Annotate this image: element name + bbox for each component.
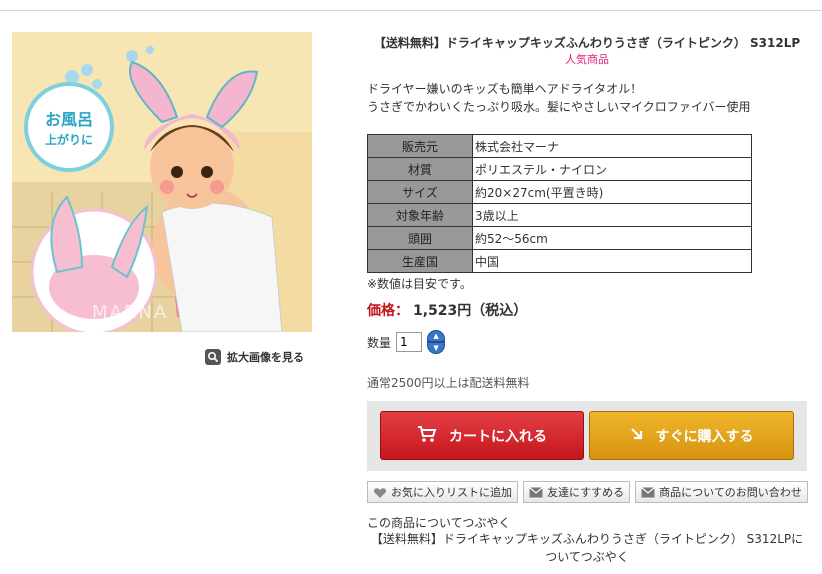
- spec-row: 材質 ポリエステル・ナイロン: [367, 157, 752, 181]
- buy-now-label: すぐに購入する: [655, 428, 754, 445]
- image-badge-line1: お風呂: [44, 110, 93, 129]
- spec-value: 約20×27cm(平置き時): [472, 180, 752, 204]
- chevron-down-icon[interactable]: ▼: [427, 342, 446, 354]
- spec-key: 材質: [367, 157, 473, 181]
- spec-table: 販売元 株式会社マーナ 材質 ポリエステル・ナイロン サイズ 約20×27cm(平置き…: [367, 134, 752, 273]
- purchase-box: カートに入れる すぐに購入する: [367, 401, 807, 471]
- description-line: うさぎでかわいくたっぷり吸水。髪にやさしいマイクロファイバー使用: [367, 100, 751, 114]
- price-value: 1,523円（税込）: [413, 303, 528, 319]
- add-to-wishlist-button[interactable]: お気に入りリストに追加: [367, 481, 518, 503]
- zoom-label: 拡大画像を見る: [227, 351, 304, 364]
- inquiry-button[interactable]: 商品についてのお問い合わせ: [635, 481, 808, 503]
- spec-row: 頭囲 約52～56cm: [367, 226, 752, 250]
- add-to-cart-button[interactable]: カートに入れる: [380, 411, 584, 460]
- tweet-link[interactable]: 【送料無料】ドライキャップキッズふんわりうさぎ（ライトピンク） S312LPに …: [367, 530, 807, 566]
- spec-key: 生産国: [367, 249, 473, 273]
- spec-row: 生産国 中国: [367, 249, 752, 273]
- recommend-label: 友達にすすめる: [547, 486, 625, 499]
- magnifier-icon: [205, 349, 221, 365]
- quantity-input[interactable]: [396, 332, 423, 352]
- popular-badge: 人気商品: [565, 53, 609, 66]
- price-label: 価格：: [367, 303, 409, 319]
- mail-icon: [529, 486, 543, 498]
- spec-value: 中国: [472, 249, 752, 273]
- product-title: 【送料無料】ドライキャップキッズふんわりうさぎ（ライトピンク） S312LP: [373, 36, 801, 50]
- product-description: ドライヤー嫌いのキッズも簡単ヘアドライタオル！ うさぎでかわいくたっぷり吸水。髪…: [367, 80, 751, 116]
- zoom-image-link[interactable]: 拡大画像を見る: [205, 349, 304, 365]
- spec-row: サイズ 約20×27cm(平置き時): [367, 180, 752, 204]
- quantity-row: 数量 ▲ ▼: [367, 330, 446, 354]
- product-illustration: [12, 32, 312, 332]
- inquiry-label: 商品についてのお問い合わせ: [659, 486, 802, 499]
- image-badge-line2: 上がりに: [44, 133, 93, 147]
- tweet-line: 【送料無料】ドライキャップキッズふんわりうさぎ（ライトピンク） S312LPに: [370, 532, 804, 546]
- top-divider: [0, 10, 822, 11]
- spec-key: 頭囲: [367, 226, 473, 250]
- chevron-up-icon[interactable]: ▲: [427, 330, 446, 342]
- wishlist-label: お気に入りリストに追加: [391, 486, 512, 499]
- heart-icon: [373, 487, 387, 498]
- arrow-down-right-icon: [630, 427, 644, 445]
- add-to-cart-label: カートに入れる: [449, 428, 547, 445]
- price-row: 価格： 1,523円（税込）: [367, 300, 527, 320]
- description-line: ドライヤー嫌いのキッズも簡単ヘアドライタオル！: [367, 82, 643, 96]
- spec-row: 対象年齢 3歳以上: [367, 203, 752, 227]
- quantity-stepper[interactable]: ▲ ▼: [427, 330, 446, 354]
- product-image[interactable]: お風呂 上がりに MARNA: [12, 32, 312, 332]
- spec-value: ポリエステル・ナイロン: [472, 157, 752, 181]
- spec-row: 販売元 株式会社マーナ: [367, 134, 752, 158]
- free-shipping-note: 通常2500円以上は配送料無料: [367, 376, 530, 390]
- spec-key: 対象年齢: [367, 203, 473, 227]
- spec-value: 3歳以上: [472, 203, 752, 227]
- mail-icon: [641, 486, 656, 498]
- buy-now-button[interactable]: すぐに購入する: [589, 411, 794, 460]
- tweet-line: ついてつぶやく: [545, 550, 629, 564]
- cart-icon: [417, 425, 437, 447]
- image-watermark: MARNA: [92, 302, 169, 323]
- spec-key: サイズ: [367, 180, 473, 204]
- secondary-actions: お気に入りリストに追加 友達にすすめる 商品についてのお問い合わせ: [367, 481, 808, 503]
- spec-key: 販売元: [367, 134, 473, 158]
- spec-value: 株式会社マーナ: [472, 134, 752, 158]
- recommend-button[interactable]: 友達にすすめる: [523, 481, 631, 503]
- tweet-heading: この商品についてつぶやく: [367, 516, 511, 530]
- quantity-label: 数量: [367, 335, 392, 350]
- spec-note: ※数値は目安です。: [367, 277, 472, 291]
- spec-value: 約52～56cm: [472, 226, 752, 250]
